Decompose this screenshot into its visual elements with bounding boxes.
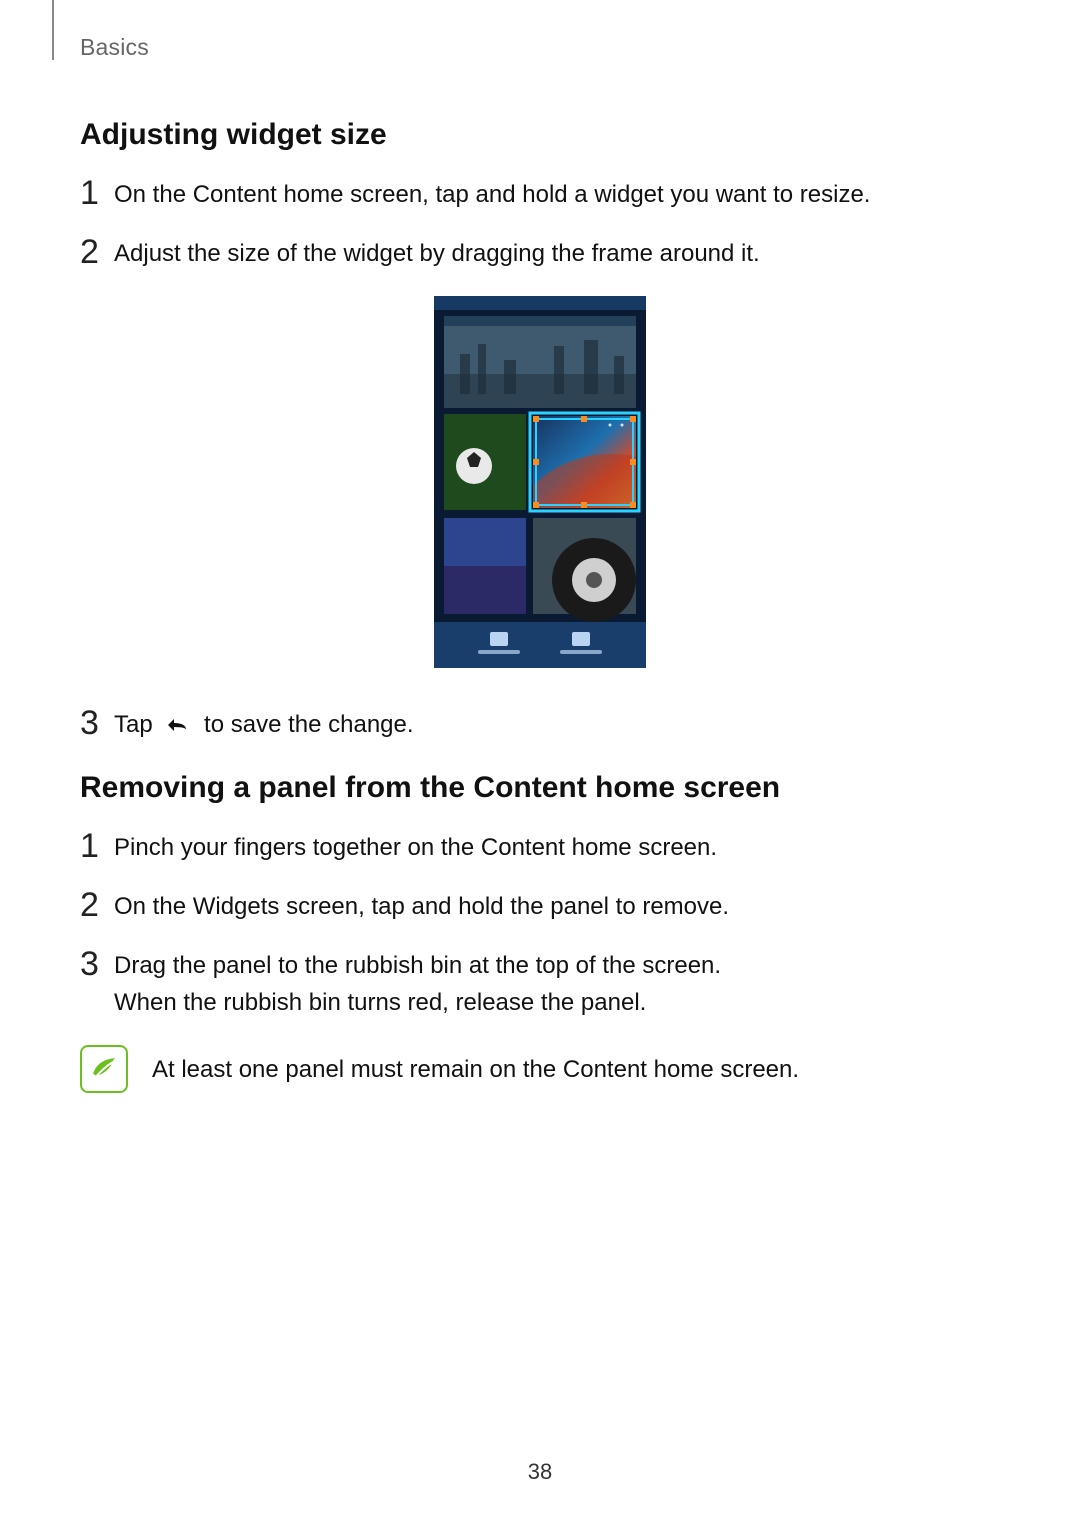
heading-removing-panel: Removing a panel from the Content home s… bbox=[80, 771, 1000, 805]
heading-adjusting-widget-size: Adjusting widget size bbox=[80, 118, 1000, 152]
list-item: 1 Pinch your fingers together on the Con… bbox=[80, 827, 1000, 866]
figure-widget-resize bbox=[80, 296, 1000, 668]
list-item: 1 On the Content home screen, tap and ho… bbox=[80, 174, 1000, 213]
note-text: At least one panel must remain on the Co… bbox=[152, 1045, 799, 1088]
header-rule bbox=[52, 0, 54, 60]
step-number: 2 bbox=[80, 888, 114, 922]
step-text: On the Widgets screen, tap and hold the … bbox=[114, 888, 1000, 925]
page-number: 38 bbox=[0, 1459, 1080, 1485]
list-item: 3 Tap to save the change. bbox=[80, 704, 1000, 746]
step-text-prefix: Tap bbox=[114, 711, 159, 738]
figure-widget-resize-svg bbox=[434, 296, 646, 668]
step-number: 3 bbox=[80, 706, 114, 740]
note-icon bbox=[80, 1045, 128, 1093]
page-content: Adjusting widget size 1 On the Content h… bbox=[80, 100, 1000, 1093]
step-text: Drag the panel to the rubbish bin at the… bbox=[114, 947, 1000, 1021]
step-text: On the Content home screen, tap and hold… bbox=[114, 176, 1000, 213]
step-number: 1 bbox=[80, 176, 114, 210]
steps-adjust-widget-cont: 3 Tap to save the change. bbox=[80, 704, 1000, 746]
steps-adjust-widget: 1 On the Content home screen, tap and ho… bbox=[80, 174, 1000, 272]
step-text: Adjust the size of the widget by draggin… bbox=[114, 235, 1000, 272]
step-text: Pinch your fingers together on the Conte… bbox=[114, 829, 1000, 866]
back-icon bbox=[163, 709, 193, 746]
step-text-suffix: to save the change. bbox=[204, 711, 413, 738]
list-item: 2 Adjust the size of the widget by dragg… bbox=[80, 233, 1000, 272]
header-section-label: Basics bbox=[80, 34, 149, 61]
list-item: 2 On the Widgets screen, tap and hold th… bbox=[80, 886, 1000, 925]
note-row: At least one panel must remain on the Co… bbox=[80, 1045, 1000, 1093]
step-number: 1 bbox=[80, 829, 114, 863]
document-page: Basics Adjusting widget size 1 On the Co… bbox=[0, 0, 1080, 1527]
list-item: 3 Drag the panel to the rubbish bin at t… bbox=[80, 945, 1000, 1021]
step-number: 3 bbox=[80, 947, 114, 981]
step-text: Tap to save the change. bbox=[114, 706, 1000, 746]
step-number: 2 bbox=[80, 235, 114, 269]
steps-remove-panel: 1 Pinch your fingers together on the Con… bbox=[80, 827, 1000, 1022]
